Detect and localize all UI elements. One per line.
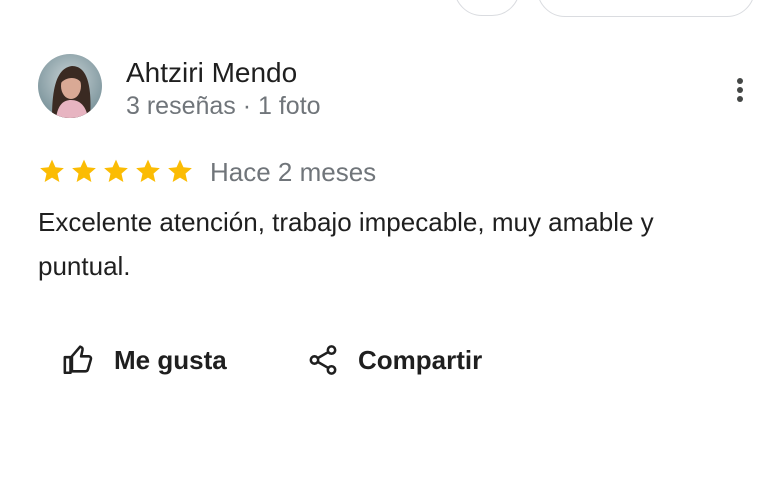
review-card: Ahtziri Mendo 3 reseñas · 1 foto Hace 2 … [0,0,766,482]
like-label: Me gusta [114,344,227,375]
top-round-button[interactable] [454,0,520,16]
star-icon [72,159,96,182]
like-button[interactable]: Me gusta [62,336,227,384]
star-rating [38,157,194,185]
star-icon [136,159,160,182]
avatar[interactable] [38,54,102,118]
star-icon [40,159,64,182]
star-icon [104,159,128,182]
review-text: Excelente atención, trabajo impecable, m… [38,207,654,281]
more-options-button[interactable] [720,70,760,110]
share-icon [309,345,337,375]
review-date: Hace 2 meses [210,157,377,187]
share-label: Compartir [358,344,483,375]
top-pill-button[interactable] [537,0,755,17]
reviewer-name[interactable]: Ahtziri Mendo [126,56,297,90]
star-icon [168,159,192,182]
share-button[interactable]: Compartir [306,336,482,384]
more-vert-icon [737,78,743,102]
thumbs-up-icon [63,345,93,375]
reviewer-meta: 3 reseñas · 1 foto [126,92,321,120]
